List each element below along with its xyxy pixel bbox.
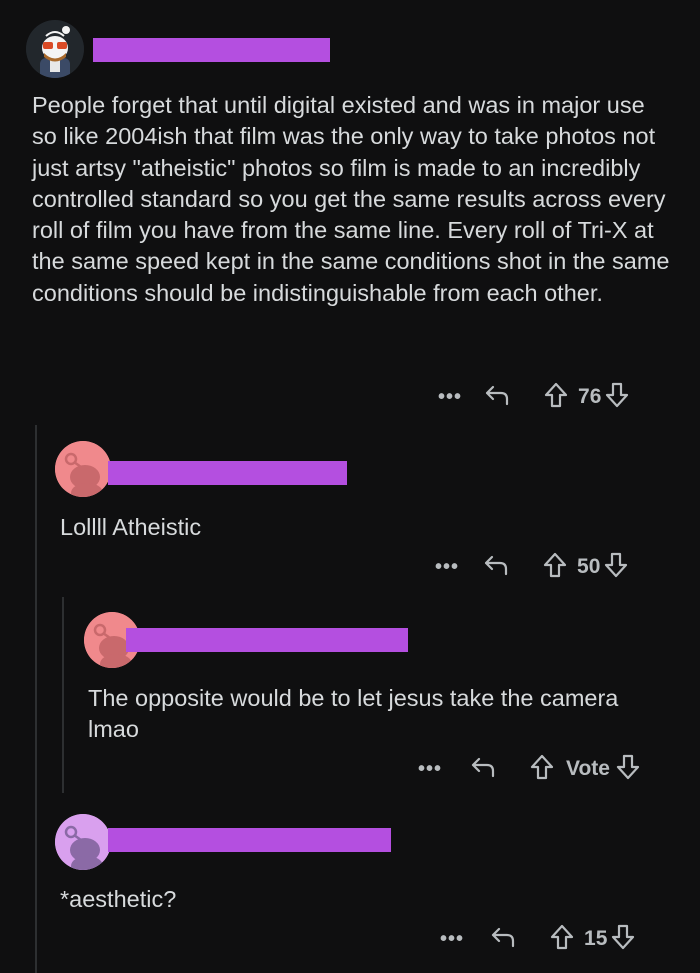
downvote-icon[interactable] — [611, 924, 635, 955]
reply-icon[interactable] — [490, 925, 516, 954]
username-redaction — [93, 38, 330, 62]
user-avatar-icon[interactable] — [55, 441, 111, 497]
upvote-icon[interactable] — [530, 754, 554, 785]
comment-body: *aesthetic? — [60, 886, 177, 912]
username-redaction — [108, 461, 347, 485]
upvote-icon[interactable] — [550, 924, 574, 955]
comment-actions: ••• Vote — [418, 754, 640, 784]
comment-body: People forget that until digital existed… — [32, 92, 670, 306]
thread-line[interactable] — [62, 597, 64, 793]
vote-score: 50 — [577, 555, 601, 578]
downvote-icon[interactable] — [604, 552, 628, 583]
downvote-icon[interactable] — [616, 754, 640, 785]
downvote-icon[interactable] — [605, 382, 629, 413]
username-redaction — [108, 828, 391, 852]
more-options-icon[interactable]: ••• — [438, 386, 462, 409]
upvote-icon[interactable] — [543, 552, 567, 583]
vote-score: 76 — [578, 385, 602, 408]
more-options-icon[interactable]: ••• — [440, 928, 464, 951]
reply-icon[interactable] — [470, 755, 496, 784]
comment-actions: ••• 76 — [438, 382, 629, 412]
vote-score: 15 — [584, 927, 608, 950]
comment-body: Lollll Atheistic — [60, 514, 202, 540]
comment-actions: ••• 15 — [440, 924, 635, 954]
thread-line[interactable] — [35, 425, 37, 973]
more-options-icon[interactable]: ••• — [435, 556, 459, 579]
user-avatar-icon[interactable] — [55, 814, 111, 870]
more-options-icon[interactable]: ••• — [418, 758, 442, 781]
vote-score: Vote — [566, 757, 610, 780]
reply-icon[interactable] — [484, 383, 510, 412]
comment-body: The opposite would be to let jesus take … — [88, 685, 619, 743]
user-avatar-icon[interactable] — [26, 20, 84, 78]
username-redaction — [126, 628, 408, 652]
reply-icon[interactable] — [483, 553, 509, 582]
upvote-icon[interactable] — [544, 382, 568, 413]
comment-actions: ••• 50 — [435, 552, 628, 582]
